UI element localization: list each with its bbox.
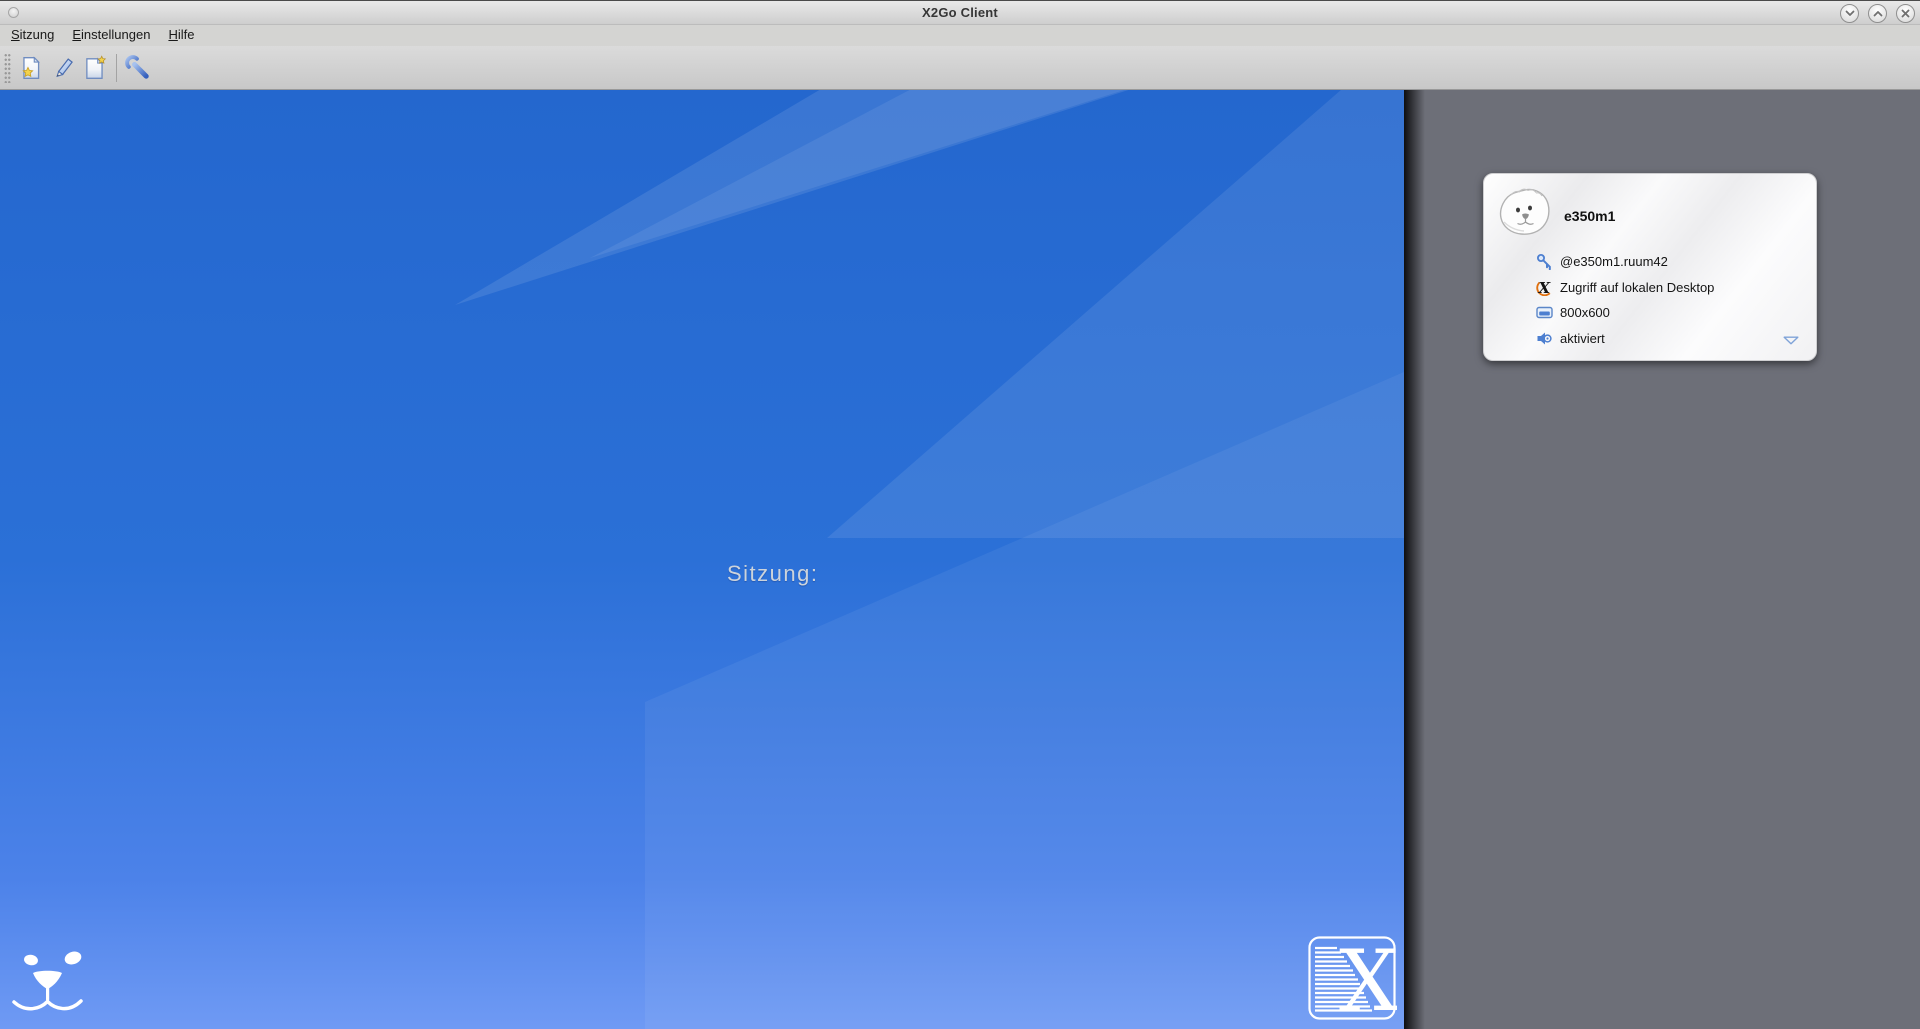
display-icon [1536, 306, 1555, 319]
session-sound-row: aktiviert [1536, 330, 1714, 347]
xorg-icon: X [1536, 279, 1555, 296]
window-menu-button[interactable] [8, 7, 19, 18]
window-title: X2Go Client [0, 5, 1920, 20]
maximize-button[interactable] [1868, 4, 1887, 23]
seal-icon [1496, 184, 1554, 238]
session-manager-icon [82, 55, 108, 81]
edit-session-icon [50, 55, 76, 81]
panel-shadow-edge [1404, 90, 1425, 1029]
edit-session-button[interactable] [47, 51, 79, 85]
window-controls [1840, 4, 1915, 23]
key-icon [1536, 253, 1555, 270]
menu-sitzung[interactable]: Sitzung [2, 26, 63, 45]
toolbar-drag-handle[interactable] [4, 53, 11, 83]
new-session-button[interactable] [15, 51, 47, 85]
session-label: Sitzung: [727, 561, 819, 587]
menu-einstellungen[interactable]: Einstellungen [63, 26, 159, 45]
close-button[interactable] [1896, 4, 1915, 23]
toolbar [0, 46, 1920, 90]
minimize-button[interactable] [1840, 4, 1859, 23]
session-type: Zugriff auf lokalen Desktop [1560, 280, 1714, 295]
session-details: @e350m1.ruum42 X Zugriff auf lokalen Des… [1536, 253, 1714, 355]
session-geometry: 800x600 [1560, 305, 1610, 320]
expand-session-button[interactable] [1783, 332, 1799, 350]
session-geometry-row: 800x600 [1536, 304, 1714, 321]
x2go-logo: X [1307, 935, 1397, 1021]
titlebar: X2Go Client [0, 0, 1920, 25]
close-icon [1901, 9, 1910, 18]
session-sound: aktiviert [1560, 331, 1605, 346]
settings-button[interactable] [122, 51, 154, 85]
toolbar-separator [116, 54, 117, 82]
session-type-row: X Zugriff auf lokalen Desktop [1536, 279, 1714, 296]
wallpaper [0, 90, 1404, 1029]
chevron-down-icon [1845, 10, 1855, 17]
svg-text:X: X [1538, 279, 1552, 296]
session-user: @e350m1.ruum42 [1560, 254, 1668, 269]
session-panel: e350m1 @e350m1.ruum42 [1404, 90, 1920, 1029]
session-name: e350m1 [1564, 208, 1615, 224]
chevron-down-outline-icon [1783, 336, 1799, 345]
svg-text:X: X [1339, 935, 1397, 1021]
main-content: Sitzung: [0, 90, 1920, 1029]
chevron-up-icon [1873, 10, 1883, 17]
mascot-face [0, 929, 100, 1029]
new-session-icon [18, 55, 44, 81]
session-card[interactable]: e350m1 @e350m1.ruum42 [1483, 173, 1817, 361]
session-manager-button[interactable] [79, 51, 111, 85]
sound-icon [1536, 331, 1555, 346]
session-user-row: @e350m1.ruum42 [1536, 253, 1714, 270]
menubar: Sitzung Einstellungen Hilfe [0, 25, 1920, 46]
desktop-area: Sitzung: [0, 90, 1404, 1029]
x2go-client-window: X2Go Client Sitzung Einstellungen Hilfe [0, 0, 1920, 1029]
settings-icon [125, 55, 151, 81]
menu-hilfe[interactable]: Hilfe [159, 26, 203, 45]
